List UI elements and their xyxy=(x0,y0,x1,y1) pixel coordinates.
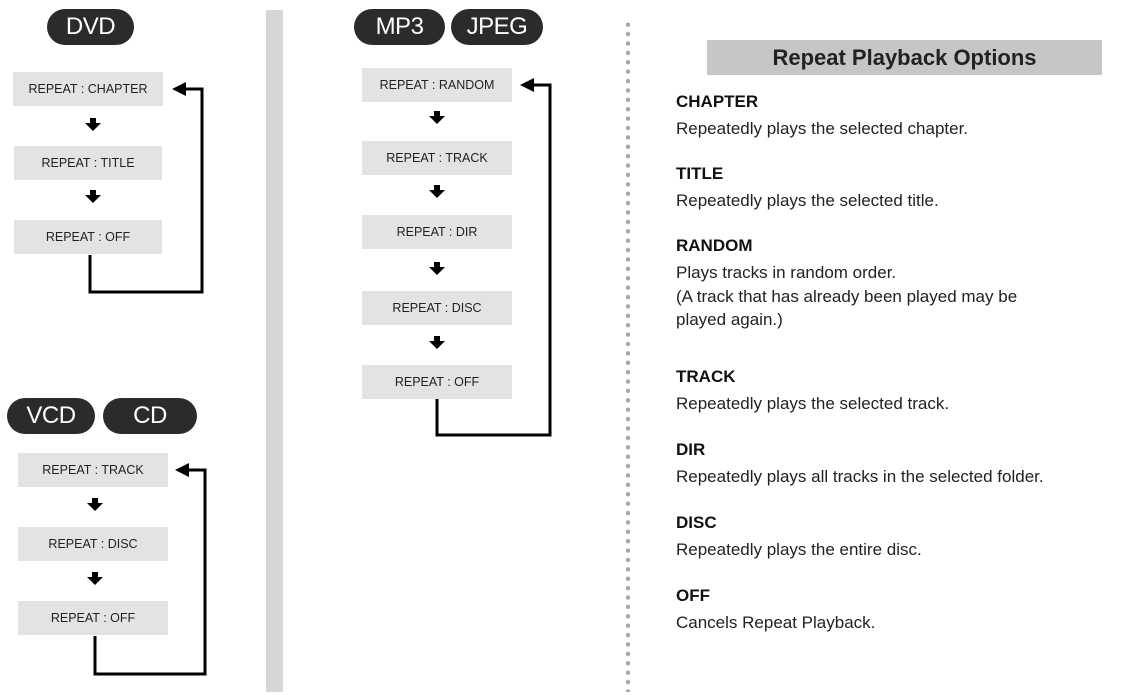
option-title-chapter: CHAPTER xyxy=(676,92,759,111)
option-desc-track: Repeatedly plays the selected track. xyxy=(676,394,950,413)
option-note-random-line1: (A track that has already been played ma… xyxy=(676,287,1018,306)
option-desc-dir: Repeatedly plays all tracks in the selec… xyxy=(676,467,1044,486)
option-desc-title: Repeatedly plays the selected title. xyxy=(676,191,939,210)
option-title-dir: DIR xyxy=(676,440,706,459)
vcd-cd-loop-arrow xyxy=(93,468,207,676)
option-desc-off: Cancels Repeat Playback. xyxy=(676,613,876,632)
mp3-jpeg-loop-arrow xyxy=(435,83,552,437)
dvd-loop-arrowhead xyxy=(172,82,186,96)
option-title-track: TRACK xyxy=(676,367,736,386)
option-desc-disc: Repeatedly plays the entire disc. xyxy=(676,540,922,559)
option-title-off: OFF xyxy=(676,586,710,605)
vcd-cd-loop-arrowhead xyxy=(175,463,189,477)
option-desc-random: Plays tracks in random order. xyxy=(676,263,897,282)
option-title-disc: DISC xyxy=(676,513,717,532)
option-desc-chapter: Repeatedly plays the selected chapter. xyxy=(676,119,969,138)
loop-arrows xyxy=(88,78,552,676)
dvd-loop-arrow xyxy=(88,87,204,294)
options-header: Repeat Playback Options xyxy=(707,40,1102,75)
option-title-random: RANDOM xyxy=(676,236,753,255)
dotted-divider xyxy=(625,20,631,692)
mp3-jpeg-loop-arrowhead xyxy=(520,78,534,92)
option-title-title: TITLE xyxy=(676,164,724,183)
option-note-random-line2: played again.) xyxy=(676,310,783,329)
